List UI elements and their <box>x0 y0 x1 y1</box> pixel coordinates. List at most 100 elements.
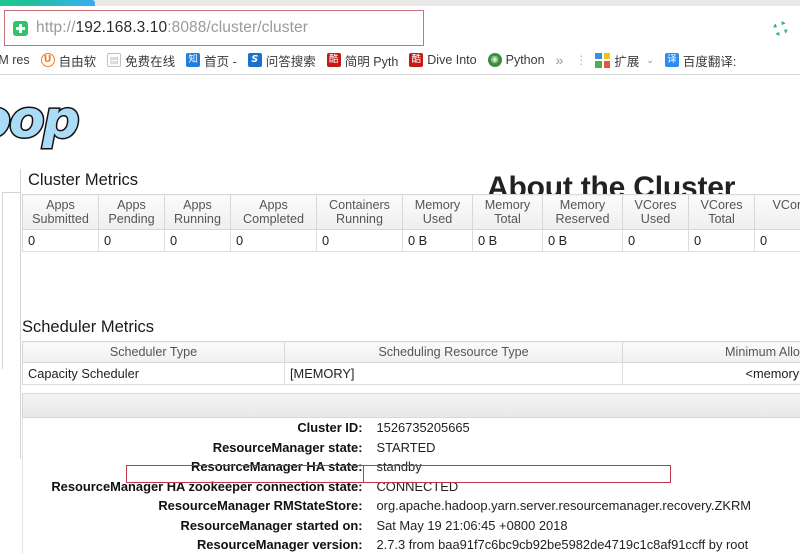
cell-vcores-total: 0 <box>688 229 755 252</box>
sidebar-nav-box <box>2 169 21 193</box>
about-cluster-table: Cluster ID: 1526735205665 ResourceManage… <box>22 418 800 554</box>
cell-minimum-allocation: <memory:1024, vCores:1> <box>622 362 800 385</box>
content-left-edge <box>20 169 21 459</box>
extensions-button[interactable]: 扩展 ⌄ <box>595 51 654 70</box>
value-rm-started-on: Sat May 19 21:06:45 +0800 2018 <box>376 517 568 533</box>
bookmark-dive-into[interactable]: 酷 Dive Into <box>409 53 477 67</box>
col-scheduler-type: Scheduler Type <box>22 341 285 363</box>
bookmark-wendasousuo[interactable]: S 问答搜索 <box>247 51 316 70</box>
segmentfault-icon: S <box>247 53 262 67</box>
col-vcores-total: VCores Total <box>688 194 755 230</box>
label-rm-statestore: ResourceManager RMStateStore: <box>158 498 363 513</box>
cell-apps-completed: 0 <box>230 229 317 252</box>
translate-icon: 译 <box>664 53 679 67</box>
table-header-row: Scheduler Type Scheduling Resource Type … <box>22 341 800 363</box>
bookmark-mianfeizaixian[interactable]: ▤ 免费在线 <box>107 51 175 70</box>
about-cluster-panel: Cluster ID: 1526735205665 ResourceManage… <box>22 393 800 554</box>
cell-scheduling-resource-type: [MEMORY] <box>284 362 623 385</box>
bookmark-label: 首页 - <box>204 54 237 69</box>
bookmark-label: 问答搜索 <box>265 54 316 69</box>
cell-memory-total: 0 B <box>472 229 543 252</box>
bookmark-label: 免费在线 <box>125 54 176 69</box>
bookmark-ziyouruan[interactable]: U 自由软 <box>40 51 97 70</box>
translate-button[interactable]: 译 百度翻译: <box>664 51 736 70</box>
value-rm-statestore: org.apache.hadoop.yarn.server.resourcema… <box>376 498 752 513</box>
col-apps-pending: Apps Pending <box>98 194 165 230</box>
bookmark-jianming-python[interactable]: 酷 简明 Pyth <box>326 51 399 70</box>
cell-apps-pending: 0 <box>98 229 165 252</box>
cluster-metrics-heading: Cluster Metrics <box>28 171 139 189</box>
label-rm-state: ResourceManager state: <box>212 439 363 455</box>
table-row: ResourceManager started on: Sat May 19 2… <box>23 516 800 536</box>
bookmark-python[interactable]: ◉ Python <box>487 53 545 67</box>
kuai-icon: 酷 <box>326 53 341 67</box>
page-icon: ▤ <box>107 53 122 67</box>
cell-vcores-extra: 0 <box>754 229 800 252</box>
bookmark-label: PM res <box>0 53 30 67</box>
vertical-dots-icon: ⋮ <box>575 53 588 67</box>
value-rm-ha-state: standby <box>376 459 422 474</box>
cluster-metrics-table: Apps Submitted Apps Pending Apps Running Ap… <box>22 194 800 252</box>
table-row: ResourceManager HA zookeeper connection … <box>23 477 800 497</box>
table-row: Cluster ID: 1526735205665 <box>23 418 800 438</box>
bookmark-label: 简明 Pyth <box>344 54 399 69</box>
bookmarks-overflow-icon[interactable]: » <box>556 52 564 68</box>
col-vcores-extra: VCores <box>754 194 800 230</box>
cell-memory-reserved: 0 B <box>542 229 623 252</box>
hadoop-logo: doop <box>0 89 81 152</box>
table-header-row: Apps Submitted Apps Pending Apps Running Ap… <box>22 194 800 230</box>
bookmark-label: 自由软 <box>58 54 97 69</box>
col-vcores-used: VCores Used <box>622 194 689 230</box>
col-scheduling-resource-type: Scheduling Resource Type <box>284 341 623 363</box>
cell-vcores-used: 0 <box>622 229 689 252</box>
label-rm-version: ResourceManager version: <box>197 537 363 552</box>
extensions-label: 扩展 <box>614 54 640 69</box>
bookmark-label: Dive Into <box>427 53 477 67</box>
table-row: ResourceManager state: STARTED <box>23 438 800 458</box>
label-rm-started-on: ResourceManager started on: <box>180 517 363 533</box>
security-shield-icon <box>13 20 28 36</box>
value-cluster-id: 1526735205665 <box>376 420 470 435</box>
browser-window: http://192.168.3.10:8088/cluster/cluster… <box>0 0 800 554</box>
table-row: ResourceManager RMStateStore: org.apache… <box>23 496 800 516</box>
col-apps-completed: Apps Completed <box>230 194 317 230</box>
bookmark-pm-res[interactable]: PM res <box>0 53 30 67</box>
bookmark-zhihu[interactable]: 知 首页 - <box>186 51 237 70</box>
col-apps-running: Apps Running <box>164 194 231 230</box>
col-memory-total: Memory Total <box>472 194 543 230</box>
sidebar-left-edge <box>2 169 3 369</box>
value-rm-state: STARTED <box>376 439 436 455</box>
chevron-down-icon[interactable]: ⌄ <box>646 55 654 66</box>
python-icon: ◉ <box>487 53 502 67</box>
col-containers-running: Containers Running <box>316 194 403 230</box>
label-cluster-id: Cluster ID: <box>297 420 363 435</box>
kuai-icon: 酷 <box>409 53 424 67</box>
col-memory-used: Memory Used <box>402 194 473 230</box>
bookmarks-bar-divider <box>0 74 800 75</box>
zhihu-icon: 知 <box>186 53 201 67</box>
about-table-header <box>22 393 800 418</box>
extensions-grid-icon <box>595 52 611 68</box>
u-circle-icon: U <box>40 53 55 67</box>
label-rm-ha-state: ResourceManager HA state: <box>191 459 363 474</box>
cell-apps-running: 0 <box>164 229 231 252</box>
scheduler-metrics-table: Scheduler Type Scheduling Resource Type … <box>22 341 800 385</box>
bookmarks-bar: PM res U 自由软 ▤ 免费在线 知 首页 - S 问答搜索 酷 简明 P… <box>0 46 800 74</box>
cell-memory-used: 0 B <box>402 229 473 252</box>
col-minimum-allocation: Minimum Allo <box>622 341 800 363</box>
table-row: Capacity Scheduler [MEMORY] <memory:1024… <box>22 362 800 385</box>
cell-scheduler-type: Capacity Scheduler <box>22 362 285 385</box>
address-bar[interactable]: http://192.168.3.10:8088/cluster/cluster <box>4 10 424 46</box>
cell-apps-submitted: 0 <box>22 229 99 252</box>
value-rm-version: 2.7.3 from baa91f7c6bc9cb92be5982de4719c… <box>376 537 749 554</box>
value-rm-ha-zookeeper-state: CONNECTED <box>376 478 459 494</box>
table-row: ResourceManager HA state: standby <box>23 457 800 477</box>
col-apps-submitted: Apps Submitted <box>22 194 99 230</box>
yarn-cluster-page: doop About the Cluster Cluster Metrics A… <box>0 76 800 554</box>
toolbar: http://192.168.3.10:8088/cluster/cluster <box>0 6 800 46</box>
scheduler-metrics-heading: Scheduler Metrics <box>22 318 155 336</box>
reload-spinner-icon[interactable] <box>772 20 789 37</box>
address-bar-text: http://192.168.3.10:8088/cluster/cluster <box>36 19 308 36</box>
col-memory-reserved: Memory Reserved <box>542 194 623 230</box>
label-rm-ha-zookeeper-state: ResourceManager HA zookeeper connection … <box>51 478 363 494</box>
